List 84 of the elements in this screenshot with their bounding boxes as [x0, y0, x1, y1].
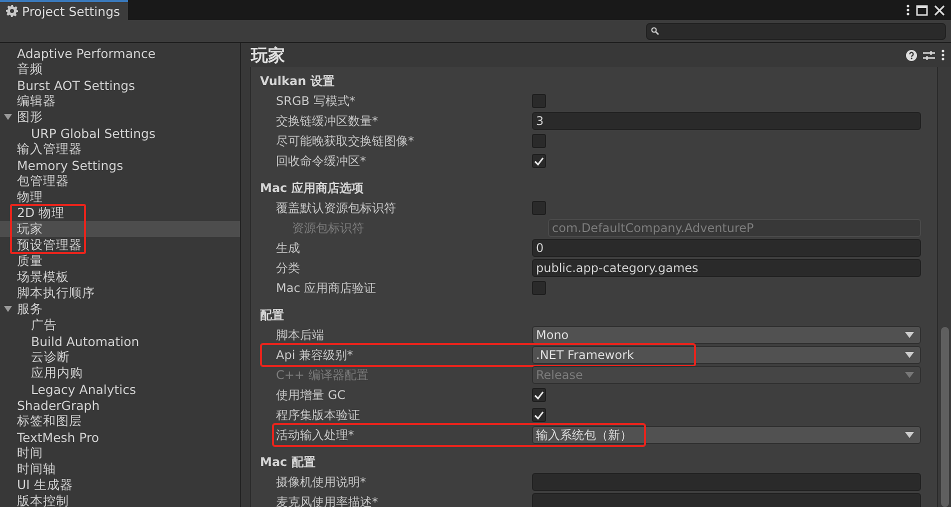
sidebar-item[interactable]: Memory Settings [0, 157, 240, 173]
sidebar-item[interactable]: 时间轴 [0, 461, 240, 477]
sidebar-item[interactable]: 场景模板 [0, 269, 240, 285]
sidebar-item[interactable]: 预设管理器 [0, 237, 240, 253]
sidebar-item[interactable]: 物理 [0, 189, 240, 205]
checkbox[interactable] [532, 281, 546, 295]
gear-icon [6, 5, 18, 17]
sidebar-item[interactable]: UI 生成器 [0, 477, 240, 493]
sidebar-item[interactable]: 版本控制 [0, 493, 240, 507]
sidebar-item[interactable]: 标签和图层 [0, 413, 240, 429]
checkbox[interactable] [532, 201, 546, 215]
page-title: 玩家 [250, 44, 286, 66]
field-label: SRGB 写模式* [275, 92, 356, 110]
sidebar-item[interactable]: 应用内购 [0, 365, 240, 381]
field-label: C++ 编译器配置 [275, 366, 370, 384]
sidebar-item[interactable]: Adaptive Performance [0, 45, 240, 61]
dropdown[interactable]: .NET Framework [532, 346, 921, 364]
caret-icon [905, 352, 914, 358]
field-label: 脚本后端 [275, 326, 325, 344]
sidebar-item[interactable]: Legacy Analytics [0, 381, 240, 397]
field-label: 麦克风使用率描述* [275, 494, 379, 507]
sidebar-item[interactable]: URP Global Settings [0, 125, 240, 141]
field-label: 摄像机使用说明* [275, 474, 367, 490]
section-header: Vulkan 设置 [260, 72, 336, 90]
caret-icon [905, 372, 914, 378]
expanded-arrow-icon[interactable] [4, 113, 12, 121]
search-icon [651, 27, 659, 35]
sidebar-item[interactable]: 云诊断 [0, 349, 240, 365]
field-label: 分类 [275, 260, 301, 276]
more-icon[interactable] [941, 49, 945, 61]
scrollbar[interactable] [937, 67, 951, 507]
input-field[interactable]: public.app-category.games [532, 259, 921, 277]
input-field[interactable]: 3 [532, 112, 921, 130]
sidebar-item[interactable]: 包管理器 [0, 173, 240, 189]
section-header: 配置 [260, 306, 285, 324]
sidebar-item[interactable]: 输入管理器 [0, 141, 240, 157]
field-label: 尽可能晚获取交换链图像* [275, 132, 415, 150]
field-label: 资源包标识符 [291, 220, 365, 236]
more-icon[interactable] [906, 4, 910, 16]
sidebar-item[interactable]: Build Automation [0, 333, 240, 349]
field-label: 活动输入处理* [275, 426, 355, 444]
sidebar-item[interactable]: 玩家 [0, 221, 240, 237]
sidebar-item[interactable]: TextMesh Pro [0, 429, 240, 445]
dropdown[interactable]: Mono [532, 326, 921, 344]
sidebar-item[interactable]: 脚本执行顺序 [0, 285, 240, 301]
checkbox[interactable] [532, 388, 546, 402]
input-field[interactable] [532, 493, 921, 507]
section-header: Mac 配置 [260, 454, 316, 470]
sidebar-item[interactable]: 时间 [0, 445, 240, 461]
sidebar-item[interactable]: Burst AOT Settings [0, 77, 240, 93]
sidebar-item[interactable]: 质量 [0, 253, 240, 269]
field-label: Api 兼容级别* [275, 346, 354, 364]
section-header: Mac 应用商店选项 [260, 180, 364, 196]
maximize-icon[interactable] [916, 4, 928, 16]
sidebar-item[interactable]: 编辑器 [0, 93, 240, 109]
field-label: 交换链缓冲区数量* [275, 112, 379, 130]
sliders-icon[interactable] [923, 50, 935, 60]
sidebar-item[interactable]: ShaderGraph [0, 397, 240, 413]
dropdown[interactable]: 输入系统包（新） [532, 426, 921, 444]
checkbox[interactable] [532, 94, 546, 108]
sidebar-item[interactable]: 2D 物理 [0, 205, 240, 221]
close-icon[interactable] [934, 4, 945, 16]
sidebar-item[interactable]: 音频 [0, 61, 240, 77]
checkbox[interactable] [532, 134, 546, 148]
checkbox[interactable] [532, 408, 546, 422]
sidebar-item[interactable]: 图形 [0, 109, 240, 125]
field-label: 使用增量 GC [275, 386, 346, 404]
input-field[interactable] [532, 473, 921, 491]
window-title: Project Settings [22, 4, 120, 18]
field-label: 覆盖默认资源包标识符 [275, 200, 397, 216]
search-field[interactable] [646, 22, 946, 40]
checkbox[interactable] [532, 154, 546, 168]
input-field[interactable]: 0 [532, 239, 921, 257]
field-label: 程序集版本验证 [275, 406, 361, 424]
help-icon[interactable] [906, 50, 917, 60]
sidebar-item[interactable]: 服务 [0, 301, 240, 317]
field-label: Mac 应用商店验证 [275, 280, 378, 296]
field-label: 生成 [275, 240, 301, 256]
window-tab[interactable]: Project Settings [0, 0, 128, 20]
field-label: 回收命令缓冲区* [275, 152, 367, 170]
caret-icon [905, 332, 914, 338]
sidebar-item[interactable]: 广告 [0, 317, 240, 333]
caret-icon [905, 432, 914, 438]
expanded-arrow-icon[interactable] [4, 305, 12, 313]
